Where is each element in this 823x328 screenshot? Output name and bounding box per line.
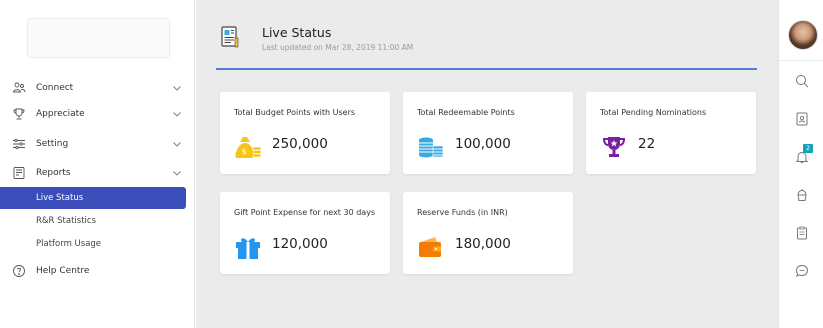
contact-card-icon[interactable]: [795, 112, 809, 126]
gift-icon: [236, 238, 260, 259]
card-title: Reserve Funds (in INR): [417, 208, 508, 217]
stat-card-pending-nominations: Total Pending Nominations 22: [586, 92, 756, 174]
svg-text:$: $: [242, 147, 247, 156]
sidebar-item-setting[interactable]: Setting: [0, 132, 195, 156]
chevron-down-icon: [173, 142, 181, 147]
trophy-icon: [12, 107, 26, 121]
rail-divider: [779, 60, 823, 61]
card-title: Total Budget Points with Users: [234, 108, 356, 117]
stat-card-budget-points: Total Budget Points with Users $ 250,000: [220, 92, 390, 174]
sidebar-subitem-rr-statistics[interactable]: R&R Statistics: [0, 210, 186, 232]
help-icon: [12, 264, 26, 278]
card-title: Total Redeemable Points: [417, 108, 515, 117]
card-title: Gift Point Expense for next 30 days: [234, 208, 376, 217]
main-content: Live Status Last updated on Mar 28, 2019…: [196, 0, 778, 328]
card-title: Total Pending Nominations: [600, 108, 707, 117]
sidebar-item-label: Reports: [36, 168, 71, 178]
report-icon: [12, 166, 26, 180]
right-rail: 2: [778, 0, 823, 328]
card-value: 22: [638, 136, 656, 152]
sidebar-item-connect[interactable]: Connect: [0, 76, 195, 100]
stat-card-redeemable-points: Total Redeemable Points 100,000: [403, 92, 573, 174]
wallet-icon: [419, 237, 441, 257]
card-value: 250,000: [272, 136, 328, 152]
sidebar-item-label: Help Centre: [36, 266, 90, 276]
chat-icon[interactable]: [795, 264, 809, 278]
money-bag-icon: $: [235, 137, 262, 158]
cupcake-icon[interactable]: [795, 188, 809, 202]
clipboard-icon[interactable]: [795, 226, 809, 240]
sidebar-item-label: R&R Statistics: [36, 216, 96, 226]
notification-badge: 2: [803, 144, 813, 153]
stat-card-reserve-funds: Reserve Funds (in INR) 180,000: [403, 192, 573, 274]
sidebar-item-label: Platform Usage: [36, 239, 102, 249]
header-divider: [216, 68, 757, 70]
trophy-icon: [602, 137, 626, 157]
card-value: 180,000: [455, 236, 511, 252]
sidebar-item-help-centre[interactable]: Help Centre: [0, 259, 195, 283]
chevron-down-icon: [173, 112, 181, 117]
last-updated-text: Last updated on Mar 28, 2019 11:00 AM: [262, 43, 414, 52]
sidebar-item-reports[interactable]: Reports: [0, 161, 195, 185]
sidebar: Connect Appreciate Setting Reports Live …: [0, 0, 195, 328]
user-avatar[interactable]: [788, 20, 818, 50]
coins-stack-icon: [419, 137, 444, 158]
sliders-icon: [12, 137, 26, 151]
card-value: 120,000: [272, 236, 328, 252]
sidebar-item-label: Live Status: [36, 193, 84, 203]
chevron-down-icon: [173, 86, 181, 91]
logo-placeholder: [27, 18, 170, 58]
sidebar-item-label: Connect: [36, 83, 74, 93]
card-value: 100,000: [455, 136, 511, 152]
sidebar-item-appreciate[interactable]: Appreciate: [0, 102, 195, 126]
newspaper-icon: [221, 26, 239, 48]
people-icon: [12, 81, 26, 95]
sidebar-item-label: Appreciate: [36, 109, 85, 119]
search-icon[interactable]: [795, 74, 809, 88]
sidebar-subitem-live-status[interactable]: Live Status: [0, 187, 186, 209]
sidebar-item-label: Setting: [36, 139, 69, 149]
page-title: Live Status: [262, 25, 332, 40]
chevron-down-icon: [173, 171, 181, 176]
stat-card-gift-point-expense: Gift Point Expense for next 30 days 120,…: [220, 192, 390, 274]
sidebar-subitem-platform-usage[interactable]: Platform Usage: [0, 233, 186, 255]
